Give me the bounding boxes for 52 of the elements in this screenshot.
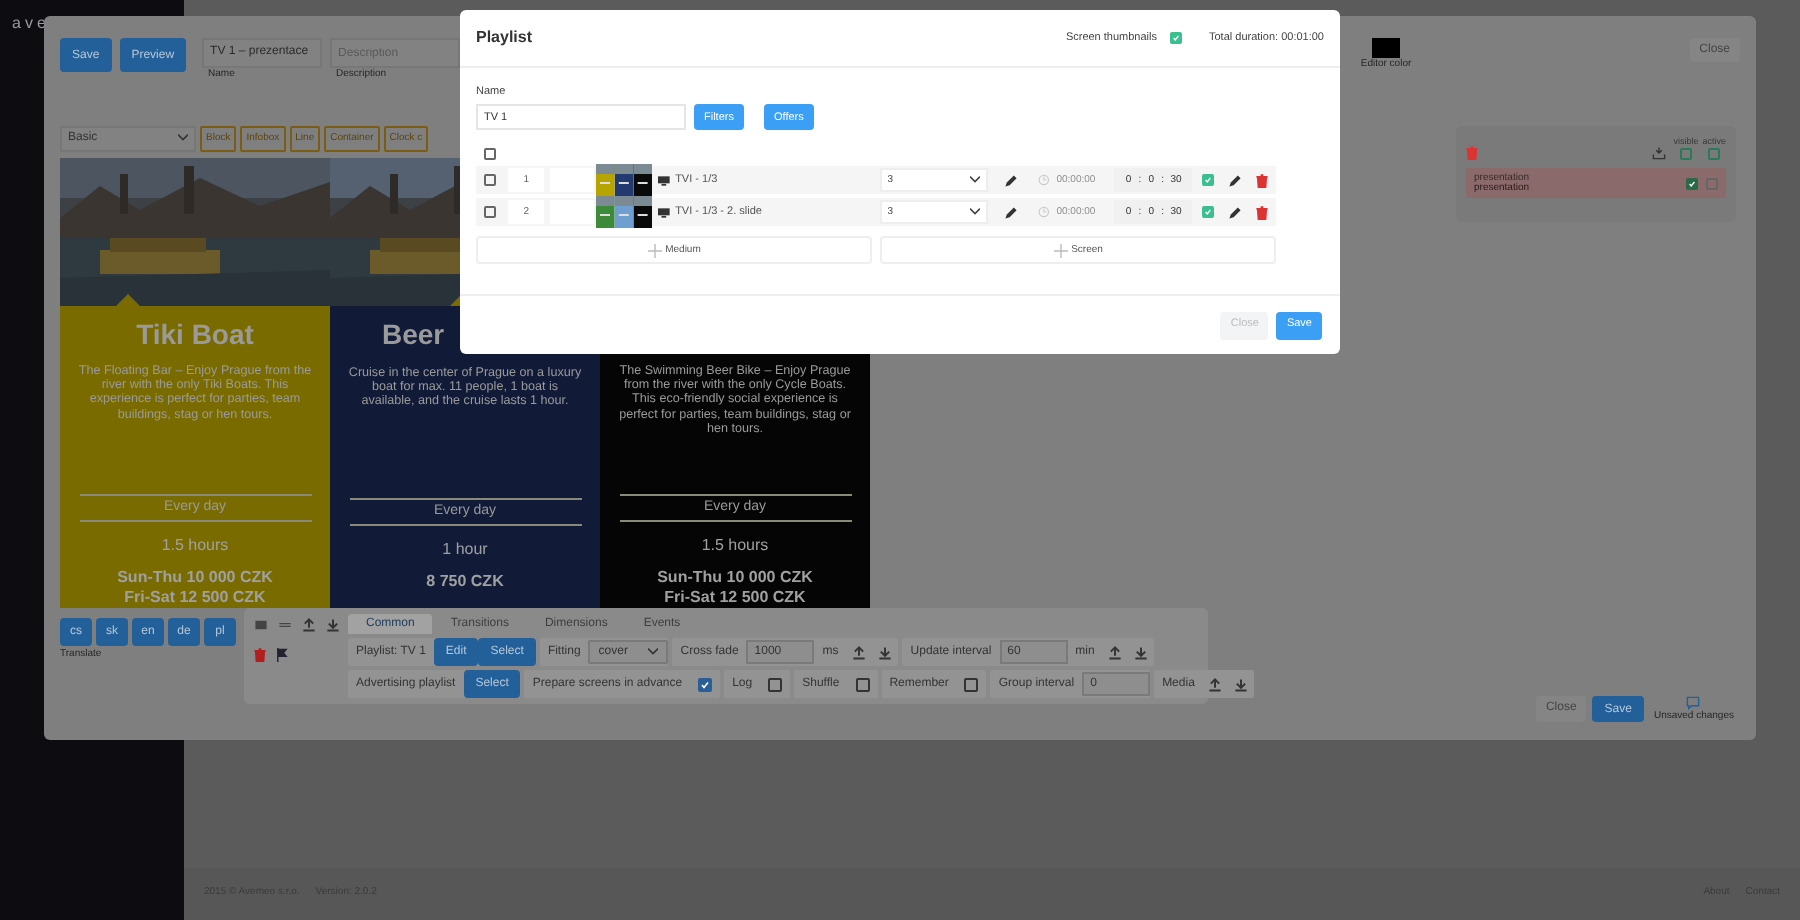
trash-icon[interactable] (1256, 205, 1268, 220)
chat-icon (1686, 695, 1701, 709)
card-duration: 1.5 hours (161, 533, 229, 557)
flag-icon[interactable] (276, 648, 288, 662)
screens-icon[interactable] (254, 618, 268, 632)
card-price: Fri-Sat 12 500 CZK (124, 587, 266, 607)
plus-icon (1053, 243, 1068, 258)
card-price: Sun-Thu 10 000 CZK (117, 567, 273, 587)
checkbox[interactable] (1706, 177, 1718, 190)
chevron-down-icon (970, 176, 981, 185)
screen-icon (657, 175, 670, 186)
logo: ave (12, 12, 52, 36)
checkbox[interactable] (855, 677, 870, 691)
lines-icon[interactable] (278, 618, 292, 632)
pencil-icon[interactable] (1228, 173, 1242, 188)
card-title: Beer (382, 316, 445, 354)
download-icon[interactable] (326, 618, 340, 632)
card-title: Tiki Boat (136, 315, 254, 354)
pencil-icon[interactable] (1228, 205, 1242, 220)
checkbox[interactable] (1708, 148, 1721, 161)
screen-icon (657, 207, 670, 218)
checkbox[interactable] (1169, 32, 1181, 44)
card-price: 8 750 CZK (426, 571, 504, 591)
download-icon[interactable] (1134, 645, 1149, 659)
upload-icon[interactable] (852, 645, 867, 659)
download-icon[interactable] (1234, 677, 1249, 691)
download-icon[interactable] (878, 645, 893, 659)
card-duration: 1 hour (442, 537, 488, 561)
upload-icon[interactable] (1108, 645, 1123, 659)
chevron-down-icon (970, 208, 981, 217)
checkbox[interactable] (1679, 148, 1692, 161)
pencil-icon[interactable] (1004, 205, 1019, 220)
clock-icon (1038, 174, 1051, 187)
chevron-down-icon (178, 134, 188, 142)
checkbox[interactable] (1202, 174, 1214, 187)
checkbox[interactable] (1686, 177, 1698, 190)
card-price: Fri-Sat 12 500 CZK (664, 587, 806, 607)
upload-icon[interactable] (1208, 677, 1223, 691)
checkbox[interactable] (768, 677, 783, 691)
checkbox[interactable] (1202, 206, 1214, 219)
plus-icon (647, 243, 662, 258)
color-swatch[interactable] (1372, 38, 1400, 58)
chevron-down-icon (648, 648, 659, 656)
modal-title: Playlist (476, 26, 533, 50)
card-price: Sun-Thu 10 000 CZK (657, 567, 813, 587)
pencil-icon[interactable] (1004, 173, 1019, 188)
checkbox[interactable] (698, 677, 713, 691)
clock-icon (1038, 206, 1051, 219)
trash-icon[interactable] (1256, 173, 1268, 188)
upload-icon[interactable] (302, 618, 316, 632)
checkbox[interactable] (964, 677, 979, 691)
card-duration: 1.5 hours (701, 533, 769, 557)
